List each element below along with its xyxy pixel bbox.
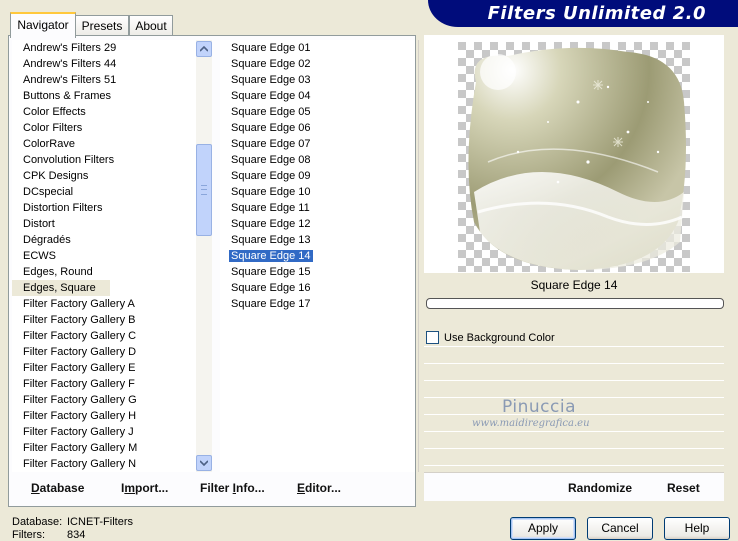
filter-item[interactable]: Square Edge 12 bbox=[220, 216, 415, 232]
import-button[interactable]: Import... bbox=[121, 481, 168, 495]
filter-item[interactable]: Square Edge 14 bbox=[220, 248, 415, 264]
reset-button[interactable]: Reset bbox=[667, 481, 700, 495]
title-banner: Filters Unlimited 2.0 bbox=[428, 0, 738, 27]
chevron-up-icon bbox=[200, 46, 208, 52]
scroll-thumb[interactable] bbox=[196, 144, 212, 236]
category-item[interactable]: Filter Factory Gallery C bbox=[12, 328, 196, 344]
preview-filter-name: Square Edge 14 bbox=[530, 278, 618, 292]
filter-item-label: Square Edge 13 bbox=[231, 234, 311, 246]
filter-item-label: Square Edge 10 bbox=[231, 186, 311, 198]
filter-item[interactable]: Square Edge 05 bbox=[220, 104, 415, 120]
category-item[interactable]: Edges, Round bbox=[12, 264, 196, 280]
filter-info-button[interactable]: Filter Info... bbox=[200, 481, 265, 495]
scroll-up-button[interactable] bbox=[196, 41, 212, 57]
category-item[interactable]: Filter Factory Gallery M bbox=[12, 440, 196, 456]
cancel-button[interactable]: Cancel bbox=[587, 517, 653, 540]
category-item[interactable]: ECWS bbox=[12, 248, 196, 264]
filter-item[interactable]: Square Edge 07 bbox=[220, 136, 415, 152]
filter-item-label: Square Edge 04 bbox=[231, 90, 311, 102]
filter-item-label: Square Edge 12 bbox=[231, 218, 311, 230]
category-item[interactable]: Filter Factory Gallery H bbox=[12, 408, 196, 424]
watermark-title: Pinuccia bbox=[502, 397, 576, 417]
database-button[interactable]: Database bbox=[31, 481, 84, 495]
filter-item[interactable]: Square Edge 02 bbox=[220, 56, 415, 72]
filter-item-label: Square Edge 17 bbox=[231, 298, 311, 310]
category-item[interactable]: Color Effects bbox=[12, 104, 196, 120]
category-list[interactable]: Andrew's Filters 29 Andrew's Filters 44 An… bbox=[12, 40, 196, 472]
category-item[interactable]: Distortion Filters bbox=[12, 200, 196, 216]
filter-item-label: Square Edge 02 bbox=[231, 58, 311, 70]
use-background-color-checkbox[interactable]: Use Background Color bbox=[426, 330, 555, 345]
status-filters: Filters: 834 bbox=[12, 529, 86, 541]
filter-item[interactable]: Square Edge 10 bbox=[220, 184, 415, 200]
filter-item-label: Square Edge 01 bbox=[231, 42, 311, 54]
filter-item-label: Square Edge 11 bbox=[231, 202, 310, 214]
category-item[interactable]: Andrew's Filters 29 bbox=[12, 40, 196, 56]
category-item[interactable]: Filter Factory Gallery J bbox=[12, 424, 196, 440]
filter-item[interactable]: Square Edge 03 bbox=[220, 72, 415, 88]
randomize-button[interactable]: Randomize bbox=[568, 481, 632, 495]
filter-item-label: Square Edge 05 bbox=[231, 106, 311, 118]
category-item[interactable]: ColorRave bbox=[12, 136, 196, 152]
category-scrollbar[interactable] bbox=[196, 40, 212, 472]
help-button[interactable]: Help bbox=[664, 517, 730, 540]
filter-item[interactable]: Square Edge 01 bbox=[220, 40, 415, 56]
filter-item[interactable]: Square Edge 13 bbox=[220, 232, 415, 248]
filter-item-label: Square Edge 15 bbox=[231, 266, 311, 278]
filter-list[interactable]: Square Edge 01 Square Edge 02 Square Edge … bbox=[220, 40, 415, 472]
category-item[interactable]: Filter Factory Gallery N bbox=[12, 456, 196, 472]
category-item[interactable]: Andrew's Filters 51 bbox=[12, 72, 196, 88]
scroll-down-button[interactable] bbox=[196, 455, 212, 471]
category-item[interactable]: Andrew's Filters 44 bbox=[12, 56, 196, 72]
category-item[interactable]: Filter Factory Gallery D bbox=[12, 344, 196, 360]
filter-item[interactable]: Square Edge 16 bbox=[220, 280, 415, 296]
filter-item-label: Square Edge 08 bbox=[231, 154, 311, 166]
filter-item-label: Square Edge 14 bbox=[229, 250, 313, 262]
category-item[interactable]: Buttons & Frames bbox=[12, 88, 196, 104]
category-item[interactable]: Edges, Square bbox=[12, 280, 110, 296]
filter-item[interactable]: Square Edge 09 bbox=[220, 168, 415, 184]
checkbox-box[interactable] bbox=[426, 330, 439, 344]
watermark-url: www.maidiregrafica.eu bbox=[472, 418, 590, 429]
filter-item[interactable]: Square Edge 15 bbox=[220, 264, 415, 280]
filter-item[interactable]: Square Edge 17 bbox=[220, 296, 415, 312]
category-item[interactable]: Filter Factory Gallery F bbox=[12, 376, 196, 392]
category-item[interactable]: CPK Designs bbox=[12, 168, 196, 184]
filter-item[interactable]: Square Edge 04 bbox=[220, 88, 415, 104]
category-item[interactable]: Filter Factory Gallery E bbox=[12, 360, 196, 376]
filter-item[interactable]: Square Edge 11 bbox=[220, 200, 415, 216]
category-item[interactable]: Convolution Filters bbox=[12, 152, 196, 168]
filter-item[interactable]: Square Edge 06 bbox=[220, 120, 415, 136]
chevron-down-icon bbox=[200, 460, 208, 466]
apply-button[interactable]: Apply bbox=[510, 517, 576, 540]
tab-navigator[interactable]: Navigator bbox=[10, 12, 76, 38]
progress-bar bbox=[426, 298, 724, 309]
filter-item-label: Square Edge 03 bbox=[231, 74, 311, 86]
category-item[interactable]: Filter Factory Gallery A bbox=[12, 296, 196, 312]
banner-title: Filters Unlimited 2.0 bbox=[487, 3, 706, 24]
category-item[interactable]: Dégradés bbox=[12, 232, 196, 248]
status-database: Database: ICNET-Filters bbox=[12, 516, 133, 528]
category-item[interactable]: Color Filters bbox=[12, 120, 196, 136]
filter-item-label: Square Edge 07 bbox=[231, 138, 311, 150]
filter-item-label: Square Edge 09 bbox=[231, 170, 311, 182]
category-item[interactable]: DCspecial bbox=[12, 184, 196, 200]
filter-item-label: Square Edge 06 bbox=[231, 122, 311, 134]
filter-item[interactable]: Square Edge 08 bbox=[220, 152, 415, 168]
preview-image bbox=[458, 42, 690, 272]
editor-button[interactable]: Editor... bbox=[297, 481, 341, 495]
category-item[interactable]: Filter Factory Gallery G bbox=[12, 392, 196, 408]
category-item[interactable]: Filter Factory Gallery B bbox=[12, 312, 196, 328]
filter-item-label: Square Edge 16 bbox=[231, 282, 311, 294]
tab-presets[interactable]: Presets bbox=[75, 15, 129, 36]
category-item[interactable]: Distort bbox=[12, 216, 196, 232]
tab-about[interactable]: About bbox=[129, 15, 173, 36]
